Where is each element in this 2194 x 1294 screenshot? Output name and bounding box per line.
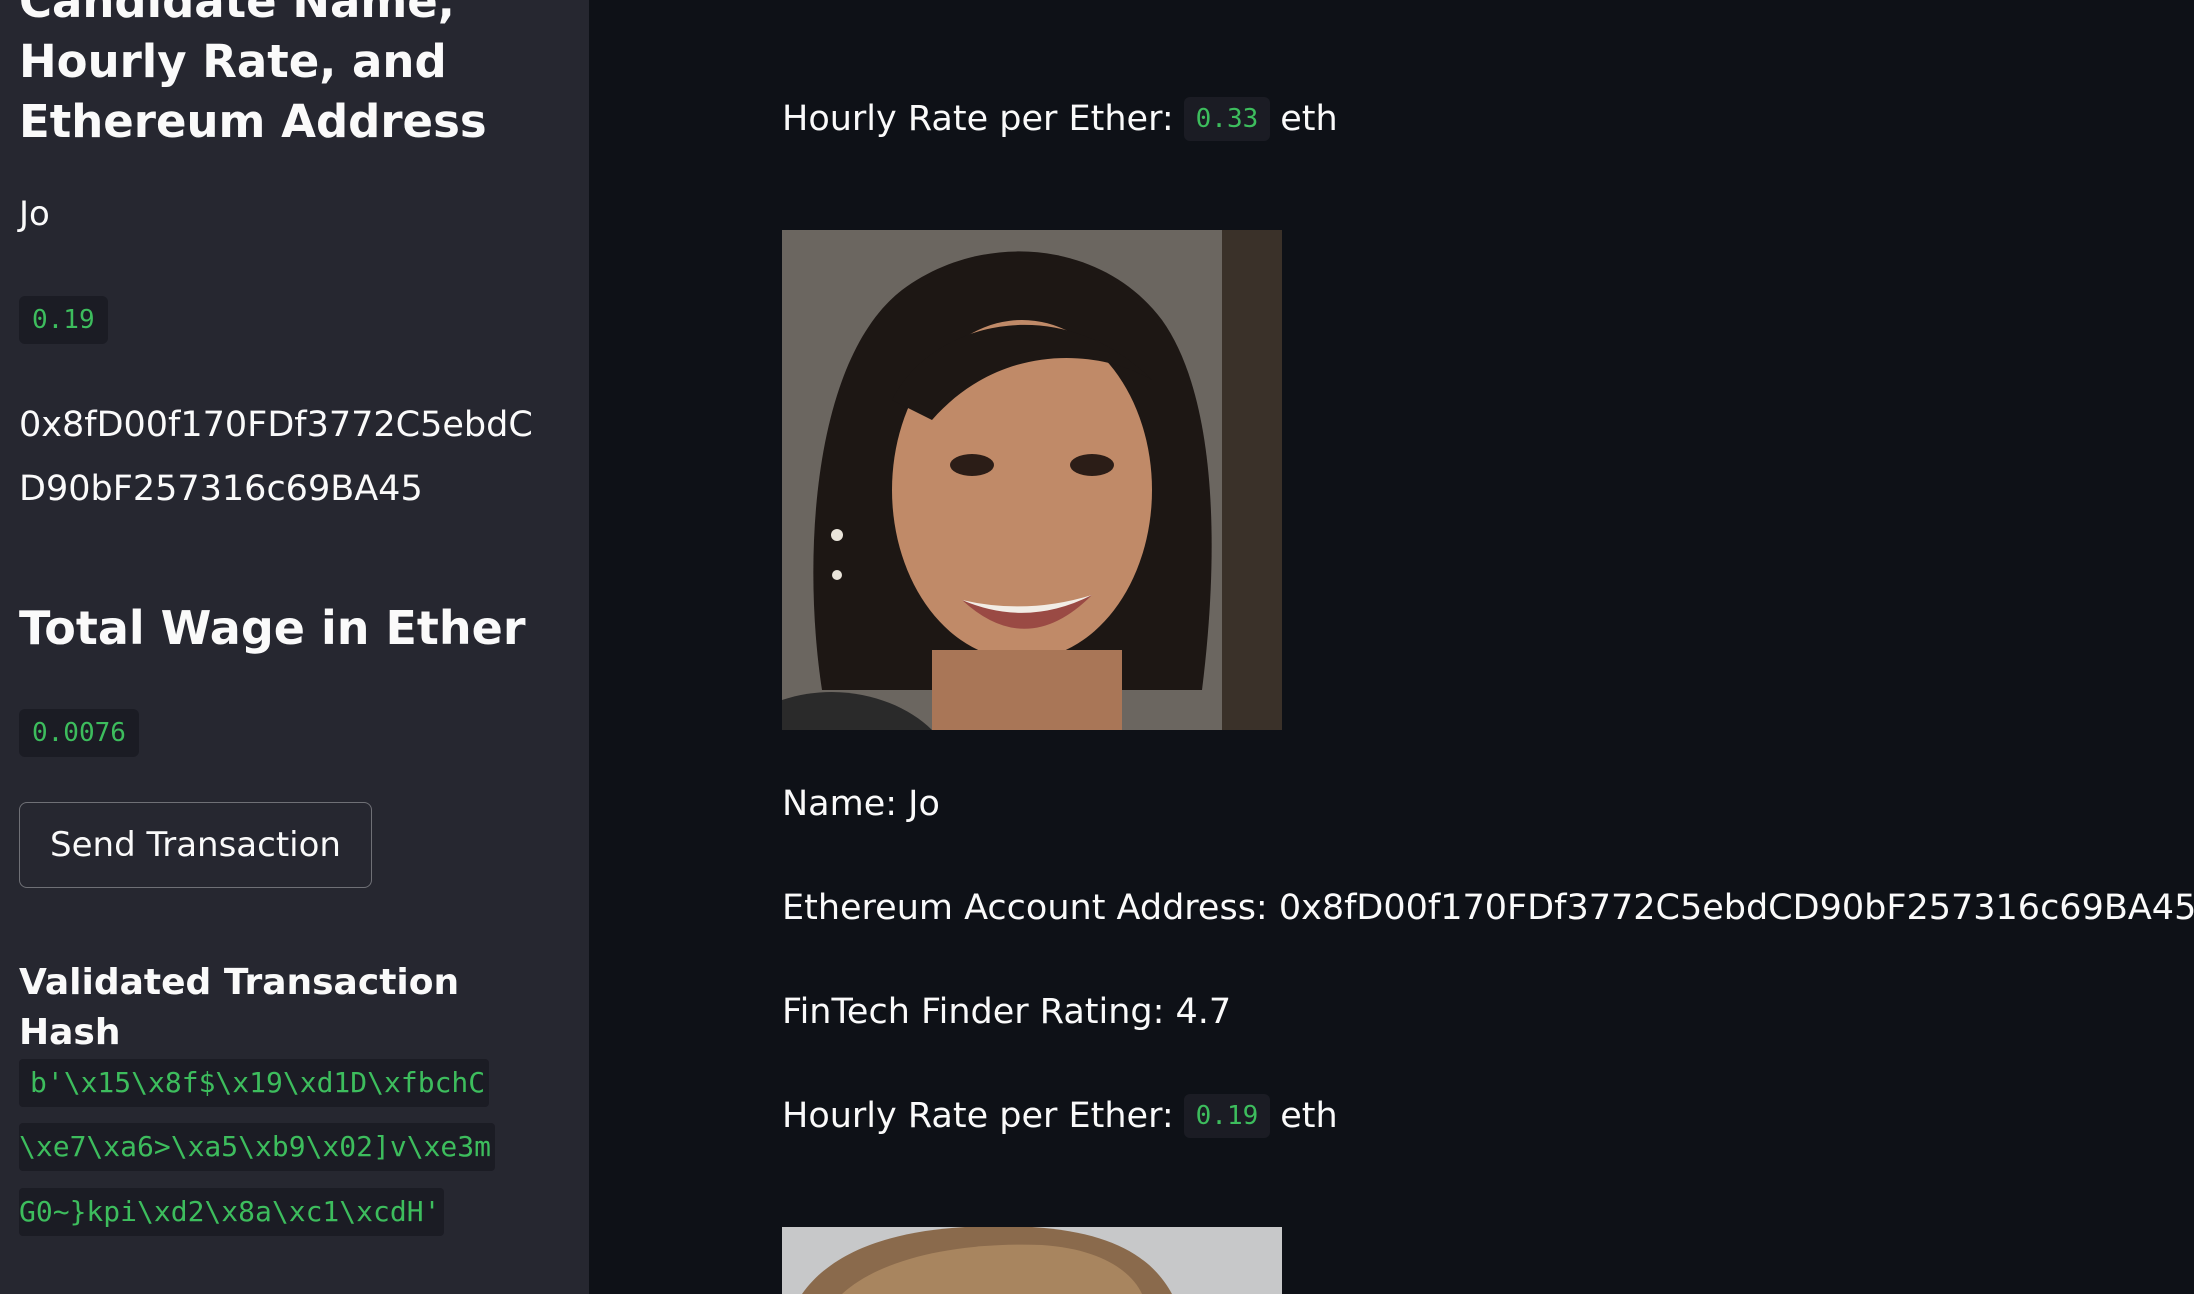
rate-label: Hourly Rate per Ether: bbox=[782, 99, 1174, 139]
candidate-hourly-rate: Hourly Rate per Ether: 0.19 eth bbox=[782, 1091, 1338, 1141]
rate-unit: eth bbox=[1280, 1096, 1338, 1136]
rate-label: Hourly Rate per Ether: bbox=[782, 1096, 1174, 1136]
sidebar: Candidate Name, Hourly Rate, and Ethereu… bbox=[0, 0, 589, 1294]
next-candidate-photo bbox=[782, 1227, 1282, 1294]
app-root: Candidate Name, Hourly Rate, and Ethereu… bbox=[0, 0, 2194, 1294]
candidate-portrait bbox=[782, 230, 1282, 730]
candidate-address-line: Ethereum Account Address: 0x8fD00f170FDf… bbox=[782, 888, 2194, 928]
candidate-rating-line: FinTech Finder Rating: 4.7 bbox=[782, 992, 1232, 1032]
transaction-hash-line: \xe7\xa6>\xa5\xb9\x02]v\xe3m bbox=[19, 1123, 496, 1171]
transaction-hash-line: b'\x15\x8f$\x19\xd1D\xfbchC bbox=[19, 1059, 490, 1107]
next-candidate-portrait bbox=[782, 1227, 1282, 1294]
candidate-name: Jo bbox=[19, 194, 50, 234]
main-content: Hourly Rate per Ether: 0.33 eth Name: Jo… bbox=[589, 0, 2194, 1294]
transaction-hash-heading: Validated Transaction Hash bbox=[19, 962, 460, 1053]
sidebar-heading: Candidate Name, Hourly Rate, and Ethereu… bbox=[19, 0, 487, 148]
total-wage-value: 0.0076 bbox=[19, 709, 139, 757]
total-wage-heading: Total Wage in Ether bbox=[19, 601, 526, 655]
transaction-hash-line: G0~}kpi\xd2\x8a\xc1\xcdH' bbox=[19, 1188, 445, 1236]
rate-value: 0.19 bbox=[1183, 1094, 1271, 1138]
candidate-photo bbox=[782, 230, 1282, 730]
ethereum-address: 0x8fD00f170FDf3772C5ebdCD90bF257316c69BA… bbox=[19, 405, 533, 509]
candidate-name-line: Name: Jo bbox=[782, 784, 940, 824]
hourly-rate-value: 0.19 bbox=[19, 296, 108, 344]
rate-value: 0.33 bbox=[1183, 97, 1271, 141]
send-transaction-button[interactable]: Send Transaction bbox=[19, 802, 372, 888]
rate-unit: eth bbox=[1280, 99, 1338, 139]
previous-hourly-rate: Hourly Rate per Ether: 0.33 eth bbox=[782, 94, 1338, 144]
